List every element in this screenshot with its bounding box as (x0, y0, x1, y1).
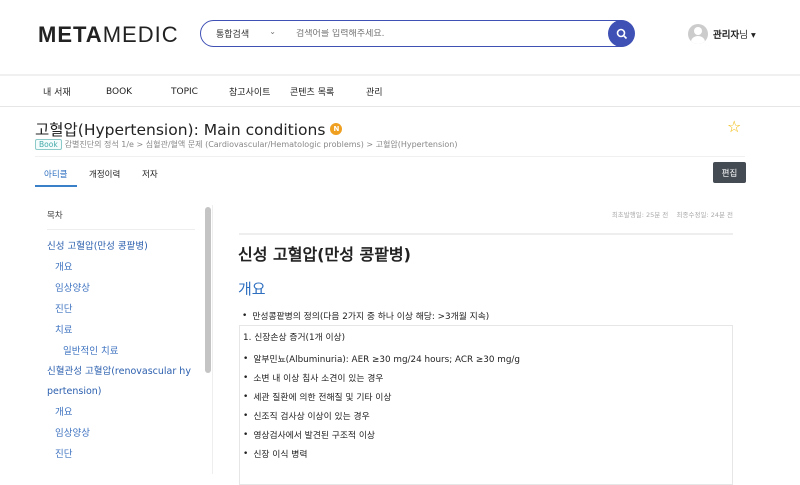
toc-item[interactable]: 임상양상 (47, 278, 195, 299)
logo[interactable]: METAMEDIC (38, 22, 179, 48)
bullet-item: 알부민뇨(Albuminuria): AER ≥30 mg/24 hours; … (243, 349, 729, 368)
article-dates: 최초발행일: 25분 전 최종수정일: 24분 전 (611, 211, 733, 219)
tab-article[interactable]: 아티클 (44, 168, 67, 180)
user-menu[interactable]: 관리자 님 ▾ (688, 24, 756, 44)
search-icon (616, 28, 627, 39)
divider (239, 233, 733, 235)
nav-reference-sites[interactable]: 참고사이트 (229, 85, 270, 98)
nav-admin[interactable]: 관리 (366, 85, 383, 98)
toc-item[interactable]: 진단 (47, 444, 195, 465)
definition-box: 1. 신장손상 증거(1개 이상) 알부민뇨(Albuminuria): AER… (239, 325, 733, 485)
tab-authors[interactable]: 저자 (142, 168, 158, 180)
bullet-item: 영상검사에서 발견된 구조적 이상 (243, 425, 729, 444)
divider (212, 205, 213, 474)
bullet-item: 만성콩팥병의 정의(다음 2가지 중 하나 이상 해당: >3개월 지속) (242, 309, 489, 322)
toc-item[interactable]: 신혈관성 고혈압(renovascular hypertension) (47, 362, 195, 402)
breadcrumb: Book 감별진단의 정석 1/e > 심혈관/혈액 문제 (Cardiovasc… (35, 139, 457, 150)
search-scope-select[interactable]: 통합검색 ⌄ (201, 27, 276, 40)
tab-revision-history[interactable]: 개정이력 (89, 168, 120, 180)
nav-my-library[interactable]: 내 서재 (43, 85, 71, 98)
divider (0, 74, 800, 76)
active-tab-indicator (35, 185, 77, 187)
search-input[interactable] (296, 28, 608, 39)
search-button[interactable] (608, 20, 635, 47)
toc-item[interactable]: 진단 (47, 299, 195, 320)
divider (0, 106, 800, 107)
bullet-item: 신조직 검사상 이상이 있는 경우 (243, 406, 729, 425)
edit-button[interactable]: 편집 (713, 162, 746, 183)
bullet-item: 신장 이식 병력 (243, 444, 729, 463)
toc-item[interactable]: 임상양상 (47, 423, 195, 444)
toc-heading: 목차 (47, 209, 195, 230)
nav-topic[interactable]: TOPIC (171, 87, 198, 97)
chevron-down-icon: ⌄ (269, 27, 276, 36)
nav-book[interactable]: BOOK (106, 87, 132, 97)
toc-item[interactable]: 치료 (47, 320, 195, 341)
book-badge: Book (35, 139, 62, 150)
new-badge: N (330, 123, 343, 135)
box-title: 1. 신장손상 증거(1개 이상) (243, 333, 346, 343)
table-of-contents: 목차 신성 고혈압(만성 콩팥병) 개요 임상양상 진단 치료 일반적인 치료 … (47, 209, 195, 465)
bullet-item: 소변 내 이상 침사 소견이 있는 경우 (243, 368, 729, 387)
search-bar: 통합검색 ⌄ (200, 20, 635, 47)
toc-item[interactable]: 신성 고혈압(만성 콩팥병) (47, 236, 195, 257)
bullet-item: 세관 질환에 의한 전해질 및 기타 이상 (243, 387, 729, 406)
toc-item[interactable]: 개요 (47, 257, 195, 278)
toc-item[interactable]: 개요 (47, 402, 195, 423)
toc-item[interactable]: 일반적인 치료 (47, 341, 195, 362)
toc-scrollbar[interactable] (205, 207, 211, 373)
favorite-star-icon[interactable]: ☆ (727, 117, 741, 136)
page-title: 고혈압(Hypertension): Main conditions N (35, 118, 343, 140)
divider (35, 156, 745, 157)
nav-content-list[interactable]: 콘텐츠 목록 (290, 85, 334, 98)
avatar (688, 24, 708, 44)
article-heading: 신성 고혈압(만성 콩팥병) (238, 245, 411, 264)
section-heading: 개요 (238, 280, 266, 298)
